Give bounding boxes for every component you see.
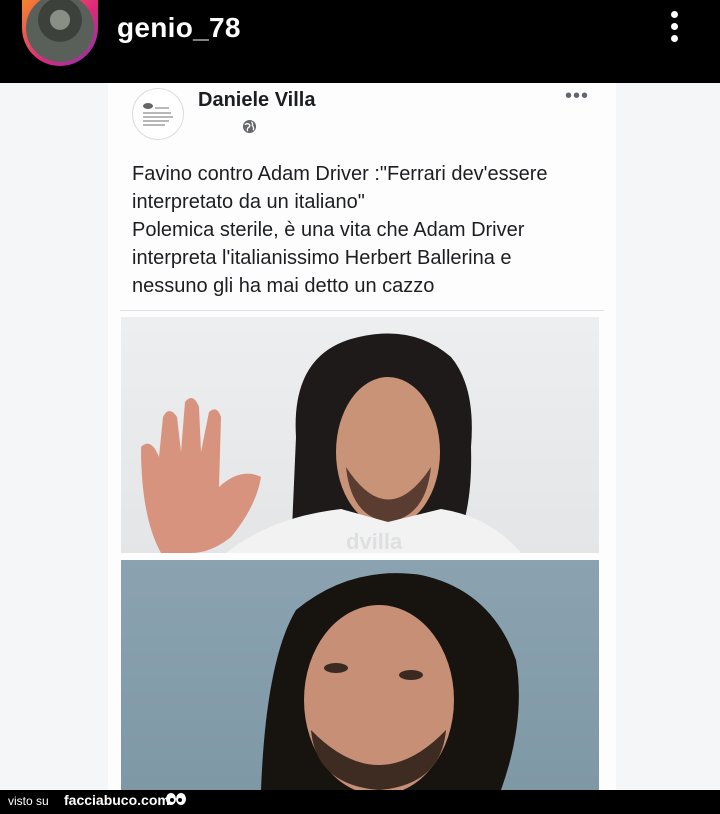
eyes-icon	[166, 793, 186, 805]
more-vert-icon[interactable]	[664, 11, 684, 47]
divider	[120, 310, 604, 311]
post-text-line: Polemica sterile, è una vita che Adam Dr…	[132, 219, 525, 241]
shared-post-screenshot: Daniele Villa ••• Favino contro Adam Dri…	[0, 83, 720, 790]
post-photo-top[interactable]: dvilla	[121, 317, 599, 553]
brand-link[interactable]: facciabuco.com	[64, 792, 170, 808]
globe-icon	[242, 119, 257, 134]
profile-avatar[interactable]	[22, 0, 98, 66]
post-text-line: interpretato da un italiano"	[132, 191, 365, 213]
instagram-header: genio_78	[0, 0, 720, 83]
post-photo-bottom[interactable]	[121, 560, 599, 790]
svg-text:dvilla: dvilla	[346, 529, 403, 553]
username[interactable]: genio_78	[117, 12, 241, 44]
post-text-line: Favino contro Adam Driver :"Ferrari dev'…	[132, 163, 548, 185]
watermark-bar: visto su facciabuco.com	[0, 790, 720, 814]
post-text-line: nessuno gli ha mai detto un cazzo	[132, 275, 435, 297]
post-text: Favino contro Adam Driver :"Ferrari dev'…	[132, 160, 602, 300]
avatar-photo	[26, 0, 94, 62]
seen-on-label: visto su	[8, 794, 49, 808]
post-author[interactable]: Daniele Villa	[198, 89, 315, 112]
post-options-button[interactable]: •••	[565, 85, 589, 108]
facebook-post-card: Daniele Villa ••• Favino contro Adam Dri…	[108, 83, 616, 790]
post-text-line: interpreta l'italianissimo Herbert Balle…	[132, 247, 512, 269]
author-avatar[interactable]	[132, 88, 184, 140]
